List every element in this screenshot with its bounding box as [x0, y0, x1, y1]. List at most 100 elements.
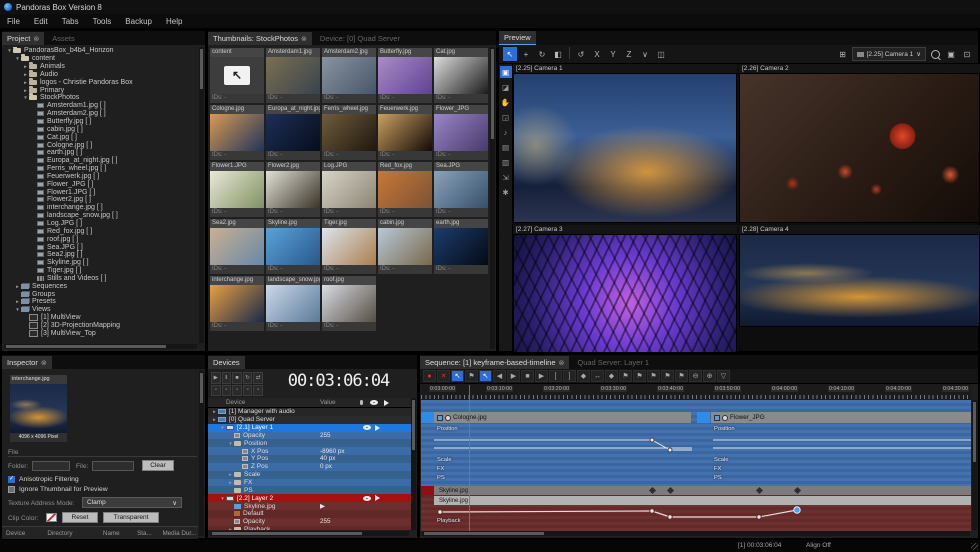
collapse-arrow-icon[interactable]: ▼ — [6, 48, 13, 53]
expand-arrow-icon[interactable]: ► — [22, 88, 29, 93]
settings-icon[interactable]: ✱ — [500, 186, 512, 198]
tree-item[interactable]: Red_fox.jpg [ ] — [3, 227, 198, 235]
expand-arrow-icon[interactable]: ► — [22, 64, 29, 69]
play-icon[interactable]: ▶ — [211, 372, 221, 384]
cue-pause-icon[interactable]: ⚑ — [633, 370, 646, 382]
menu-tabs[interactable]: Tabs — [55, 17, 86, 26]
tree-item[interactable]: Stills and Videos [ ] — [3, 274, 198, 282]
tree-item[interactable]: Feuerwerk.jpg [ ] — [3, 173, 198, 181]
device-row[interactable]: X Pos-8960 px — [208, 447, 411, 455]
tree-item[interactable]: Flower_JPG [ ] — [3, 180, 198, 188]
close-icon[interactable]: ⊗ — [41, 359, 47, 367]
texture-mode-select[interactable]: Clamp ∨ — [82, 497, 182, 508]
tree-item[interactable]: ►Sequences — [3, 282, 198, 290]
scale-tool-icon[interactable]: ◧ — [551, 47, 565, 61]
expand-arrow-icon[interactable]: ► — [211, 409, 218, 414]
devices-horizontal-scrollbar[interactable] — [210, 531, 409, 536]
camera-view[interactable]: [2.26] Camera 2 — [739, 64, 980, 223]
pan-icon[interactable]: ✋ — [500, 96, 512, 108]
ignore-thumbnail-checkbox[interactable] — [8, 486, 15, 493]
table-header-device[interactable]: Device — [2, 530, 43, 537]
collapse-arrow-icon[interactable]: ▼ — [14, 56, 21, 61]
tree-item[interactable]: Skyline.jpg [ ] — [3, 259, 198, 267]
tree-item[interactable]: cabin.jpg [ ] — [3, 125, 198, 133]
thumbnail-cell[interactable]: Butterfly.jpgIDs: - — [378, 48, 432, 103]
collapse-arrow-icon[interactable]: ▼ — [14, 307, 21, 312]
thumbnail-cell[interactable]: landscape_snow.jpgIDs: - — [266, 276, 320, 331]
close-icon[interactable]: ⊗ — [301, 35, 307, 43]
device-row[interactable]: ►[1] Manager with audio — [208, 408, 411, 416]
fullscreen-icon[interactable]: ⊡ — [960, 47, 974, 61]
resize-icon[interactable]: ⇲ — [500, 171, 512, 183]
devices-vertical-scrollbar[interactable] — [411, 398, 416, 530]
mode-3-icon[interactable]: ▫ — [232, 385, 242, 397]
tree-item[interactable]: Cat.jpg [ ] — [3, 133, 198, 141]
delete-icon[interactable]: ✕ — [437, 370, 450, 382]
eye-icon[interactable] — [363, 425, 371, 430]
device-row[interactable]: ▼[2.2] Layer 2 — [208, 494, 411, 502]
table-header-name[interactable]: Name — [99, 530, 133, 537]
device-row[interactable]: Z Pos0 px — [208, 463, 411, 471]
tree-item[interactable]: Flower1.JPG [ ] — [3, 188, 198, 196]
expand-arrow-icon[interactable]: ► — [14, 284, 21, 289]
device-row[interactable]: ►[0] Quad Server — [208, 416, 411, 424]
move-tool-icon[interactable]: + — [519, 47, 533, 61]
filter-icon[interactable]: ▽ — [717, 370, 730, 382]
render-pass-icon[interactable]: ◪ — [500, 81, 512, 93]
playhead-ruler[interactable] — [469, 385, 470, 400]
axis-z-button[interactable]: Z — [622, 47, 636, 61]
timeline-ruler[interactable]: 0:03:00:000:03:10:000:03:20:000:03:30:00… — [421, 384, 971, 401]
thumbnail-cell[interactable]: Feuerwerk.jpgIDs: - — [378, 105, 432, 160]
timeline-clip[interactable]: Flower_JPG — [711, 412, 971, 423]
thumbnail-cell[interactable]: Ferris_wheel.jpgIDs: - — [322, 105, 376, 160]
transparent-button[interactable]: Transparent — [103, 512, 159, 523]
file-input[interactable] — [92, 461, 134, 471]
tree-item[interactable]: Sea.JPG [ ] — [3, 243, 198, 251]
tree-item[interactable]: Cologne.jpg [ ] — [3, 141, 198, 149]
snapshot-icon[interactable]: ▣ — [944, 47, 958, 61]
thumbnail-cell[interactable]: Log.JPGIDs: - — [322, 162, 376, 217]
tree-item[interactable]: Log.JPG [ ] — [3, 220, 198, 228]
tree-item[interactable]: Amsterdam2.jpg [ ] — [3, 110, 198, 118]
tree-item[interactable]: [1] MultiView — [3, 314, 198, 322]
layout-icon[interactable]: ◲ — [500, 111, 512, 123]
table-header-directory[interactable]: Directory — [43, 530, 99, 537]
zoom-icon[interactable] — [928, 47, 942, 61]
anisotropic-checkbox[interactable]: ✓ — [8, 476, 15, 483]
camera-view[interactable]: [2.25] Camera 1 — [513, 64, 737, 223]
tree-item[interactable]: ▼StockPhotos — [3, 94, 198, 102]
sequence-horizontal-scrollbar[interactable] — [422, 531, 970, 536]
stop-icon[interactable]: ■ — [232, 372, 242, 384]
device-row[interactable]: ►Playback — [208, 526, 411, 530]
thumbnail-cell[interactable]: earth.jpgIDs: - — [434, 219, 488, 274]
sequence-vertical-scrollbar[interactable] — [972, 400, 977, 530]
thumbnail-cell[interactable]: Cat.jpgIDs: - — [434, 48, 488, 103]
thumbnail-cell[interactable]: Amsterdam2.jpgIDs: - — [322, 48, 376, 103]
menu-help[interactable]: Help — [159, 17, 189, 26]
tree-item[interactable]: Europa_at_night.jpg [ ] — [3, 157, 198, 165]
folder-input[interactable] — [32, 461, 70, 471]
device-row[interactable]: ►Scale — [208, 471, 411, 479]
tab-devices[interactable]: Devices — [208, 356, 245, 369]
thumbnail-cell[interactable]: content↖IDs: - — [210, 48, 264, 103]
tree-item[interactable]: earth.jpg [ ] — [3, 149, 198, 157]
clear-button[interactable]: Clear — [142, 460, 174, 471]
tree-item[interactable]: Ferris_wheel.jpg [ ] — [3, 165, 198, 173]
menu-tools[interactable]: Tools — [86, 17, 119, 26]
tree-item[interactable]: landscape_snow.jpg [ ] — [3, 212, 198, 220]
speaker-icon[interactable] — [375, 495, 383, 501]
loop-icon[interactable]: ↻ — [243, 372, 253, 384]
camera-tool-icon[interactable]: ◫ — [654, 47, 668, 61]
cue-icon[interactable]: ⚑ — [465, 370, 478, 382]
thumbnail-cell[interactable]: Tiger.jpgIDs: - — [322, 219, 376, 274]
cue-stop-icon[interactable]: ⚑ — [647, 370, 660, 382]
cue-jump-icon[interactable]: ⚑ — [661, 370, 674, 382]
tree-item[interactable]: Flower2.jpg [ ] — [3, 196, 198, 204]
tree-item[interactable]: Sea2.jpg [ ] — [3, 251, 198, 259]
timeline-tracks[interactable]: Cologne.jpgPositionScaleFXPSFlower_JPGPo… — [421, 400, 971, 531]
project-horizontal-scrollbar[interactable] — [4, 344, 197, 349]
thumbnail-cell[interactable]: Cologne.jpgIDs: - — [210, 105, 264, 160]
keyframe-nav-icon[interactable]: ◆ — [605, 370, 618, 382]
close-icon[interactable]: ⊗ — [559, 359, 565, 367]
range-select-icon[interactable]: ↖ — [479, 370, 492, 382]
